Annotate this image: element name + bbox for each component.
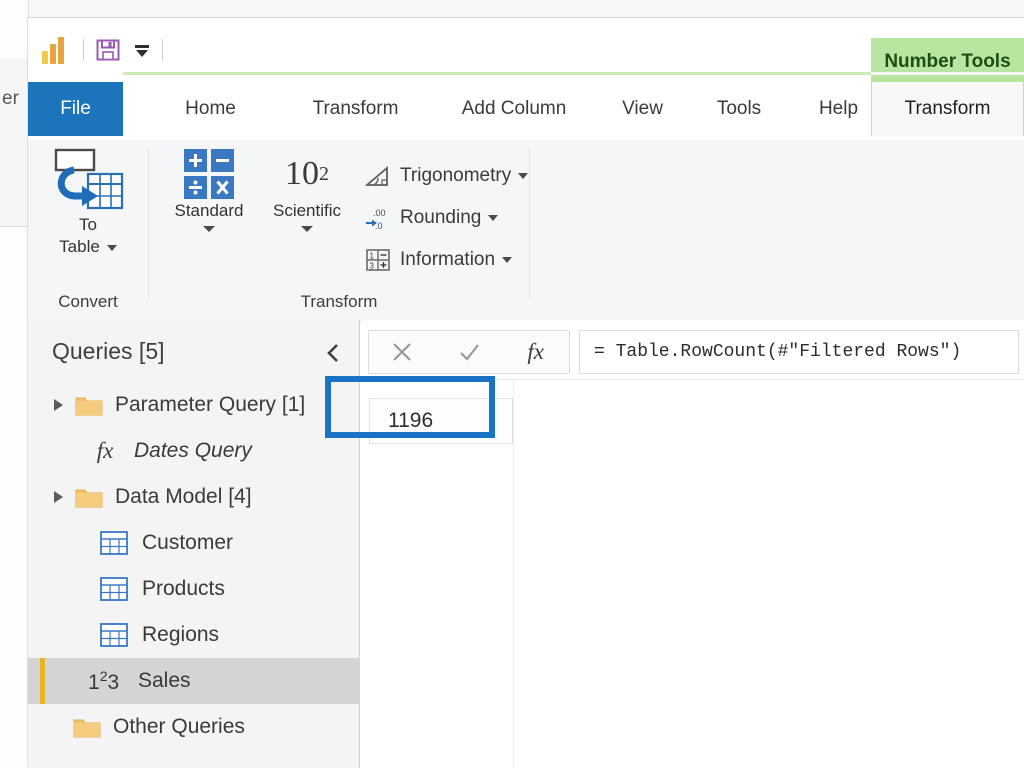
rounding-icon: .00 .0 [365, 205, 391, 231]
folder-icon [75, 486, 103, 508]
tree-item-dates-query[interactable]: fx Dates Query [28, 428, 360, 474]
information-icon: 1 3 [365, 247, 391, 273]
tree-item-label: Customer [142, 531, 234, 554]
grid-vertical-line [513, 380, 514, 768]
svg-text:1: 1 [370, 252, 375, 261]
tab-transform[interactable]: Transform [268, 82, 443, 136]
ribbon-tabstrip: File Home Transform Add Column View Tool… [28, 82, 1024, 140]
tree-item-customer[interactable]: Customer [28, 520, 360, 566]
expand-arrow-icon[interactable] [54, 491, 63, 503]
toolbar-divider-2 [162, 39, 163, 61]
background-window-panel [0, 58, 27, 227]
trigonometry-label: Trigonometry [400, 165, 529, 187]
fx-function-icon: fx [96, 438, 114, 463]
ribbon-body: To Table Convert Standard 10 2 Scientifi… [28, 140, 1024, 321]
tree-item-label: Dates Query [134, 439, 252, 462]
standard-label: Standard [174, 201, 244, 220]
tab-underline-active [871, 72, 1024, 75]
tree-item-products[interactable]: Products [28, 566, 360, 612]
scientific-chevron-down-icon[interactable] [301, 226, 313, 232]
ribbon-group-convert: To Table Convert [28, 140, 148, 318]
folder-icon [75, 394, 103, 416]
tree-item-label: Data Model [4] [115, 485, 252, 508]
tree-item-label: Other Queries [113, 715, 245, 738]
tree-item-data-model[interactable]: Data Model [4] [28, 474, 360, 520]
to-table-label-line2: Table [59, 236, 117, 258]
table-icon [100, 623, 128, 647]
customize-toolbar-chevron-down-icon[interactable] [133, 41, 151, 59]
power-query-editor-window: er Number Tools File Home Transform Add … [0, 0, 1024, 768]
formula-bar-area: fx = Table.RowCount(#"Filtered Rows") [361, 320, 1024, 380]
information-chevron-down-icon[interactable] [502, 256, 513, 263]
contextual-tab-header-label: Number Tools [884, 50, 1011, 72]
to-table-button[interactable]: To Table [40, 148, 136, 258]
tab-home[interactable]: Home [138, 82, 283, 136]
rounding-chevron-down-icon[interactable] [488, 214, 499, 221]
trigonometry-icon [364, 163, 391, 189]
information-label: Information [400, 249, 513, 271]
contextual-tab-header-number-tools: Number Tools [871, 38, 1024, 85]
folder-icon [73, 716, 101, 738]
expand-arrow-icon[interactable] [54, 399, 63, 411]
to-table-label-line1: To [79, 215, 97, 234]
save-icon[interactable] [95, 37, 121, 63]
standard-button[interactable]: Standard [161, 148, 257, 232]
trigonometry-chevron-down-icon[interactable] [518, 172, 529, 179]
tree-item-label: Parameter Query [1] [115, 393, 306, 416]
tab-file[interactable]: File [28, 82, 123, 136]
rounding-button[interactable]: .00 .0 Rounding [365, 200, 499, 236]
scientific-icon-exponent: 2 [319, 163, 329, 185]
fx-insert-step-icon[interactable]: fx [502, 331, 569, 373]
ribbon-group-label-transform: Transform [300, 292, 378, 311]
to-table-chevron-down-icon[interactable] [106, 244, 117, 251]
number-icon-part1: 1 [88, 670, 100, 694]
scientific-button[interactable]: 10 2 Scientific [259, 148, 355, 232]
formula-bar-buttons: fx [368, 330, 570, 374]
app-window: Number Tools File Home Transform Add Col… [28, 18, 1024, 768]
queries-pane: Queries [5] Parameter Query [1] fx Dates… [28, 320, 360, 768]
cancel-formula-button[interactable] [369, 331, 436, 373]
ribbon-group-separator-2 [529, 148, 530, 298]
tab-add-column[interactable]: Add Column [424, 82, 604, 136]
svg-text:.00: .00 [373, 208, 386, 218]
tree-item-label: Sales [138, 669, 191, 692]
table-icon [100, 577, 128, 601]
number-type-icon: 123 [88, 668, 128, 695]
tab-number-tools-transform[interactable]: Transform [871, 82, 1024, 136]
svg-text:3: 3 [370, 262, 375, 271]
tab-tools[interactable]: Tools [680, 82, 798, 136]
chevron-left-icon[interactable] [323, 342, 345, 364]
rounding-label: Rounding [400, 207, 499, 229]
background-window-partial-text: er [2, 88, 19, 109]
queries-tree: Parameter Query [1] fx Dates Query Data … [28, 382, 360, 750]
standard-math-icon [183, 148, 235, 200]
information-button[interactable]: 1 3 Information [365, 242, 513, 278]
number-icon-part3: 3 [107, 670, 120, 694]
preview-area: 1196 [361, 380, 1024, 768]
background-window-edge: er [0, 0, 29, 768]
tree-item-sales[interactable]: 123 Sales [28, 658, 360, 704]
toolbar-divider [83, 39, 84, 61]
ribbon-group-label-convert: Convert [58, 292, 118, 311]
tree-item-label: Regions [142, 623, 220, 646]
tree-item-other-queries[interactable]: Other Queries [28, 704, 360, 750]
tree-item-parameter-query[interactable]: Parameter Query [1] [28, 382, 360, 428]
formula-input[interactable]: = Table.RowCount(#"Filtered Rows") [579, 330, 1019, 374]
ribbon-group-transform: Standard 10 2 Scientific Trigonometry .0… [149, 140, 529, 318]
tree-item-regions[interactable]: Regions [28, 612, 360, 658]
tree-item-label: Products [142, 577, 225, 600]
tab-underline [123, 72, 871, 75]
standard-chevron-down-icon[interactable] [203, 226, 215, 232]
scientific-icon: 10 2 [285, 148, 329, 200]
power-bi-logo [40, 36, 70, 64]
result-value-cell[interactable]: 1196 [369, 398, 513, 444]
scientific-icon-base: 10 [285, 155, 319, 192]
table-icon [100, 531, 128, 555]
to-table-icon [52, 148, 124, 214]
scientific-label: Scientific [272, 201, 342, 220]
accept-formula-button[interactable] [436, 331, 503, 373]
queries-pane-title: Queries [5] [52, 338, 165, 364]
trigonometry-button[interactable]: Trigonometry [364, 158, 529, 194]
